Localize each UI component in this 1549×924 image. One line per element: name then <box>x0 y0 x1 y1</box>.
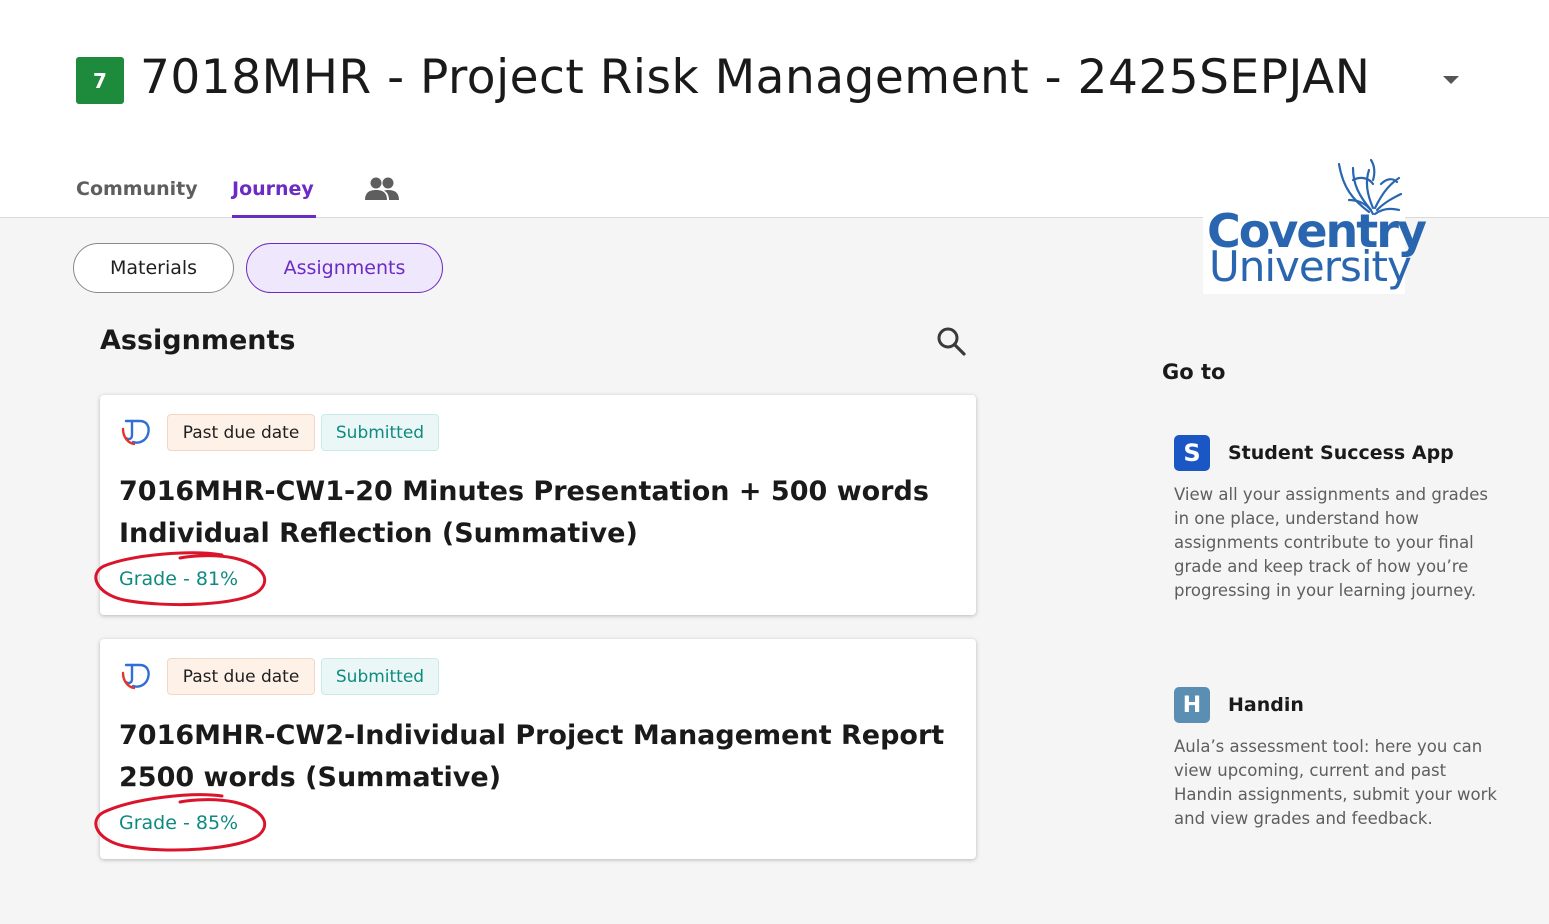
handin-app-description: Aula’s assessment tool: here you can vie… <box>1174 737 1497 828</box>
assignment-card[interactable]: Past due date Submitted 7016MHR-CW2-Indi… <box>94 639 976 859</box>
tab-community[interactable]: Community <box>76 178 198 200</box>
caret-down-icon[interactable] <box>1443 76 1459 84</box>
course-title[interactable]: 7018MHR - Project Risk Management - 2425… <box>140 50 1370 105</box>
student-success-app-icon[interactable]: S <box>1174 435 1210 471</box>
student-success-app-link[interactable]: Student Success App <box>1228 442 1454 464</box>
materials-filter-button[interactable]: Materials <box>73 243 234 293</box>
past-due-badge: Past due date <box>167 658 315 695</box>
submitted-badge: Submitted <box>321 658 439 695</box>
people-icon[interactable] <box>364 176 400 202</box>
past-due-badge: Past due date <box>167 414 315 451</box>
logo-text-university: University <box>1209 242 1412 291</box>
turnitin-icon <box>121 419 150 446</box>
handin-app-link[interactable]: Handin <box>1228 694 1304 716</box>
assignment-card[interactable]: Past due date Submitted 7016MHR-CW1-20 M… <box>94 395 976 615</box>
turnitin-icon <box>121 663 150 690</box>
active-tab-indicator <box>232 215 316 218</box>
section-title: Assignments <box>100 325 296 356</box>
search-icon[interactable] <box>936 326 966 356</box>
assignment-title[interactable]: 7016MHR-CW1-20 Minutes Presentation + 50… <box>119 471 949 555</box>
assignments-filter-button[interactable]: Assignments <box>246 243 443 293</box>
tab-journey[interactable]: Journey <box>232 178 314 200</box>
assignment-title[interactable]: 7016MHR-CW2-Individual Project Managemen… <box>119 715 949 799</box>
handin-app-icon[interactable]: H <box>1174 687 1210 723</box>
student-success-app-description: View all your assignments and grades in … <box>1174 485 1488 600</box>
coventry-university-logo: Coventry University <box>1203 150 1427 294</box>
course-badge: 7 <box>76 57 124 104</box>
goto-title: Go to <box>1162 360 1226 384</box>
grade-annotation-circle <box>94 793 267 852</box>
grade-annotation-circle <box>94 551 267 607</box>
submitted-badge: Submitted <box>321 414 439 451</box>
